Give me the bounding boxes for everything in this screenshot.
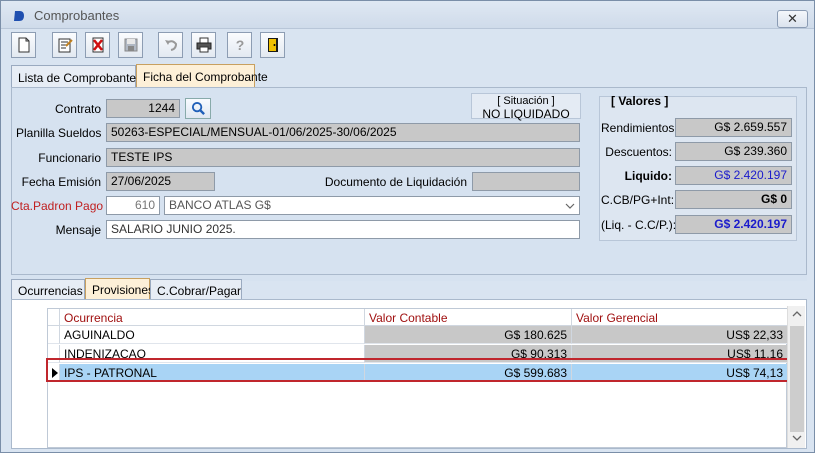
grid-scrollbar[interactable] (787, 306, 805, 448)
new-document-icon (18, 37, 29, 53)
valor-gerencial-cell: US$ 22,33 (572, 326, 788, 344)
valores-title: [ Valores ] (611, 94, 669, 108)
planilla-field[interactable]: 50263-ESPECIAL/MENSUAL-01/06/2025-30/06/… (106, 123, 580, 142)
save-icon (124, 38, 137, 52)
funcionario-label: Funcionario (38, 151, 101, 165)
exit-button[interactable] (260, 32, 285, 58)
window-title: Comprobantes (34, 8, 120, 23)
undo-button[interactable] (158, 32, 183, 58)
exit-icon (267, 38, 278, 52)
save-button[interactable] (118, 32, 143, 58)
funcionario-field[interactable]: TESTE IPS (106, 148, 580, 167)
scroll-thumb[interactable] (790, 326, 804, 432)
comprobantes-window: Comprobantes ✕ ? Lista de Comprobantes F… (0, 0, 815, 453)
rendimientos-label: Rendimientos: (601, 121, 678, 135)
fecha-emision-field[interactable]: 27/06/2025 (106, 172, 215, 191)
print-icon (196, 37, 211, 53)
selection-highlight (46, 358, 789, 382)
documento-liquidacion-field[interactable] (472, 172, 580, 191)
cta-padron-select[interactable]: BANCO ATLAS G$ (164, 196, 580, 215)
undo-icon (164, 40, 177, 51)
liq-cc-label: (Liq. - C.C/P.): (601, 218, 677, 232)
svg-text:?: ? (235, 37, 244, 53)
app-logo-icon (14, 11, 24, 21)
descuentos-label: Descuentos: (605, 145, 672, 159)
planilla-label: Planilla Sueldos (16, 126, 102, 140)
documento-liquidacion-label: Documento de Liquidación (324, 175, 467, 189)
tab-ficha-comprobante[interactable]: Ficha del Comprobante (136, 64, 268, 87)
ccb-label: C.CB/PG+Int: (601, 193, 675, 207)
ocurrencia-cell: AGUINALDO (60, 326, 365, 344)
contrato-field[interactable]: 1244 (106, 99, 180, 118)
cta-padron-pago-label[interactable]: Cta.Padron Pago (11, 199, 103, 213)
situacion-box: [ Situación ] NO LIQUIDADO (471, 93, 581, 121)
row-indicator-header (48, 309, 60, 326)
situacion-label: [ Situación ] (497, 95, 555, 107)
help-button[interactable]: ? (227, 32, 252, 58)
delete-icon (92, 37, 103, 53)
cta-padron-value: BANCO ATLAS G$ (169, 198, 271, 212)
print-button[interactable] (191, 32, 216, 58)
mensaje-label: Mensaje (55, 223, 101, 237)
edit-icon (58, 38, 73, 53)
mensaje-field[interactable]: SALARIO JUNIO 2025. (106, 220, 580, 239)
help-icon: ? (235, 37, 244, 53)
descuentos-value: G$ 239.360 (675, 142, 792, 161)
tab-ocurrencias[interactable]: Ocurrencias (11, 279, 85, 299)
liquido-value: G$ 2.420.197 (675, 166, 792, 185)
situacion-value: NO LIQUIDADO (482, 107, 570, 121)
title-bar[interactable]: Comprobantes ✕ (1, 1, 814, 29)
column-header-valor-contable[interactable]: Valor Contable (365, 309, 572, 326)
row-indicator (48, 326, 60, 344)
search-icon (191, 101, 205, 115)
search-contrato-button[interactable] (185, 98, 211, 119)
new-document-button[interactable] (11, 32, 36, 58)
liquido-label: Liquido: (624, 169, 672, 183)
delete-button[interactable] (85, 32, 110, 58)
liq-cc-value: G$ 2.420.197 (675, 215, 792, 234)
edit-button[interactable] (52, 32, 77, 58)
tab-lista-comprobantes[interactable]: Lista de Comprobantes (11, 65, 142, 87)
column-header-valor-gerencial[interactable]: Valor Gerencial (572, 309, 788, 326)
valor-contable-cell: G$ 180.625 (365, 326, 572, 344)
scroll-down-icon[interactable] (792, 434, 802, 442)
rendimientos-value: G$ 2.659.557 (675, 118, 792, 137)
cta-code-field[interactable]: 610 (106, 196, 160, 215)
contrato-label: Contrato (54, 102, 101, 116)
fecha-emision-label: Fecha Emisión (21, 175, 101, 189)
chevron-down-icon (565, 203, 575, 209)
close-button[interactable]: ✕ (777, 10, 808, 28)
scroll-up-icon[interactable] (792, 310, 802, 318)
ccb-value: G$ 0 (675, 190, 792, 209)
tab-provisiones[interactable]: Provisiones (85, 278, 154, 299)
column-header-ocurrencia[interactable]: Ocurrencia (60, 309, 365, 326)
table-row[interactable]: AGUINALDO G$ 180.625 US$ 22,33 (48, 326, 788, 345)
tab-ccobrar-pagar[interactable]: C.Cobrar/Pagar (150, 279, 242, 299)
